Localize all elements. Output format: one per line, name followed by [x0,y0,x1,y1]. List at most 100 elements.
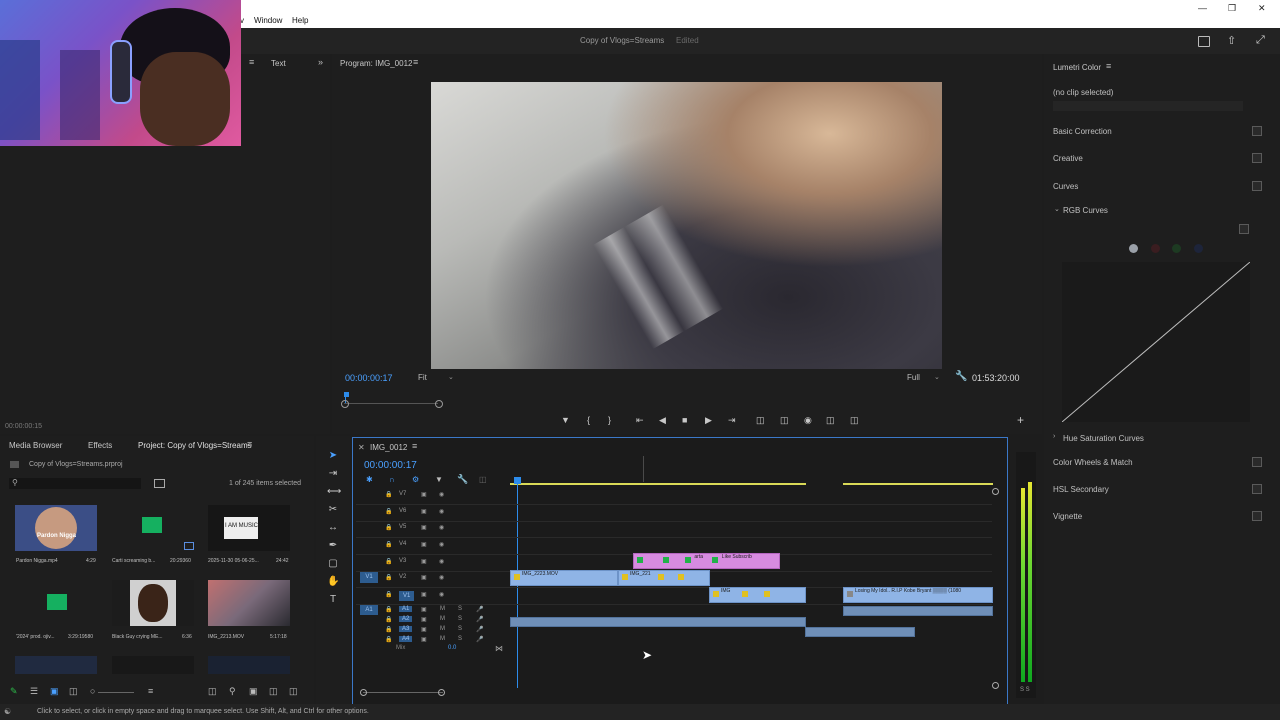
v1-clip-img[interactable]: IMG [709,587,806,603]
hsl-secondary-checkbox[interactable] [1252,484,1262,494]
chevron-down-icon[interactable]: ⌄ [448,373,454,381]
lock-icon[interactable]: 🔒 [385,591,392,598]
green-channel-dot[interactable] [1172,244,1181,253]
list-view-icon[interactable]: ☰ [30,686,38,697]
video-track-label[interactable]: V5 [399,524,406,530]
sync-icon[interactable]: ▣ [421,508,427,515]
solo-button[interactable]: S [458,636,462,642]
pencil-icon[interactable]: ✎ [10,686,18,697]
mute-button[interactable]: M [440,606,445,612]
new-bin-icon[interactable] [154,479,165,488]
curves-checkbox[interactable] [1252,181,1262,191]
linked-selection-icon[interactable]: ⚙ [412,475,419,484]
mix-end-icon[interactable]: ⋈ [495,644,503,653]
timeline-playhead-line[interactable] [517,484,518,688]
video-track-label[interactable]: V3 [399,558,406,564]
creative-checkbox[interactable] [1252,153,1262,163]
thumbnail-recording[interactable]: I AM MUSIC [208,505,290,551]
curves[interactable]: Curves [1053,182,1078,191]
rgb-curves-checkbox[interactable] [1239,224,1249,234]
step-forward-icon[interactable]: ▶ [705,415,712,426]
basic-correction[interactable]: Basic Correction [1053,127,1112,136]
wrench-icon[interactable]: 🔧 [955,371,967,382]
pen-tool-icon[interactable]: ✒ [327,540,339,552]
workspace-icon[interactable] [1198,36,1210,47]
rectangle-tool-icon[interactable]: ▢ [327,558,339,570]
sequence-tab[interactable]: IMG_0012 [370,443,407,452]
minimize-icon[interactable]: — [1198,3,1207,13]
eye-icon[interactable]: ◉ [439,574,444,581]
mute-button[interactable]: M [440,636,445,642]
compare-icon[interactable]: ◫ [826,415,835,426]
thumbnail-carti-audio[interactable] [112,505,194,551]
red-channel-dot[interactable] [1151,244,1160,253]
v2-clip-img2223[interactable]: IMG_2223.MOV [510,570,618,586]
sync-icon[interactable]: ▣ [421,574,427,581]
thumbnail-pardon[interactable]: Pardon Nigga [15,505,97,551]
new-bin-icon-2[interactable]: ▣ [249,686,258,697]
eye-icon[interactable]: ◉ [439,591,444,598]
lock-icon[interactable]: 🔒 [385,541,392,548]
lock-icon[interactable]: 🔒 [385,574,392,581]
audio-track-label[interactable]: A4 [399,636,413,642]
rgb-curve-graph[interactable] [1061,261,1251,423]
thumbnail-row3-1[interactable] [15,656,97,674]
thumbnail-img2213[interactable] [208,580,290,626]
find-icon[interactable]: ⚲ [229,686,236,697]
sync-icon[interactable]: ▣ [421,524,427,531]
project-search-input[interactable]: ⚲ [9,478,141,489]
solo-button[interactable]: S [458,626,462,632]
mic-icon[interactable]: 🎤 [476,626,483,633]
hscroll-handle-right[interactable] [438,689,445,696]
timeline-timecode[interactable]: 00:00:00:17 [364,460,417,471]
multicam-icon[interactable]: ◫ [850,415,859,426]
sync-icon[interactable]: ▣ [421,591,427,598]
zoom-bar[interactable] [344,403,438,404]
audio-track-label[interactable]: A3 [399,626,413,632]
track-select-tool-icon[interactable]: ⇥ [327,468,339,480]
sync-icon[interactable]: ▣ [421,626,427,633]
thumbnail-row3-2[interactable] [112,656,194,674]
eye-icon[interactable]: ◉ [439,524,444,531]
marker-icon[interactable]: ▼ [561,415,570,425]
mute-button[interactable]: M [440,626,445,632]
restore-icon[interactable]: ❒ [1228,3,1236,14]
zoom-slider[interactable] [98,692,134,693]
add-marker-icon[interactable]: ▼ [435,475,443,484]
sync-icon[interactable]: ▣ [421,636,427,643]
extract-icon[interactable]: ◫ [780,415,789,426]
a1-audio-clip[interactable] [510,617,806,627]
mark-in-icon[interactable]: { [587,415,590,425]
stop-icon[interactable]: ■ [682,415,687,425]
close-icon[interactable]: ✕ [1258,3,1266,14]
video-track-label[interactable]: V6 [399,508,406,514]
lock-icon[interactable]: 🔒 [385,626,392,633]
sequence-menu-icon[interactable]: ≡ [412,441,417,451]
lock-icon[interactable]: 🔒 [385,636,392,643]
automate-icon[interactable]: ◫ [208,686,217,697]
selection-tool-icon[interactable]: ➤ [327,450,339,462]
chevron-down-icon-2[interactable]: ⌄ [934,373,940,381]
fullscreen-icon[interactable]: ⤢ [1256,34,1265,47]
slip-tool-icon[interactable]: ↔ [327,522,339,534]
tab-media-browser[interactable]: Media Browser [9,441,62,450]
go-to-out-icon[interactable]: ⇥ [728,415,736,426]
vscroll-handle-bottom[interactable] [992,682,999,689]
mic-icon[interactable]: 🎤 [476,636,483,643]
step-back-icon[interactable]: ◀ [659,415,666,426]
lock-icon[interactable]: 🔒 [385,524,392,531]
hsl-secondary[interactable]: HSL Secondary [1053,485,1109,494]
lift-icon[interactable]: ◫ [756,415,765,426]
v1-clip-kobe[interactable]: Losing My Idol.. R.I.P Kobe Bryant ▒▒▒▒ … [843,587,993,603]
audio-track-label[interactable]: A2 [399,616,413,622]
panel-menu-icon[interactable]: ≡ [249,57,254,67]
icon-view-icon[interactable]: ▣ [50,686,59,697]
lock-icon[interactable]: 🔒 [385,508,392,515]
vignette-checkbox[interactable] [1252,511,1262,521]
video-track-label[interactable]: V7 [399,491,406,497]
zoom-handle-left[interactable] [341,400,349,408]
source-a1-patch[interactable]: A1 [360,605,378,615]
work-area-bar[interactable] [510,483,806,485]
menu-window[interactable]: Window [254,16,282,25]
solo-button[interactable]: S [458,606,462,612]
